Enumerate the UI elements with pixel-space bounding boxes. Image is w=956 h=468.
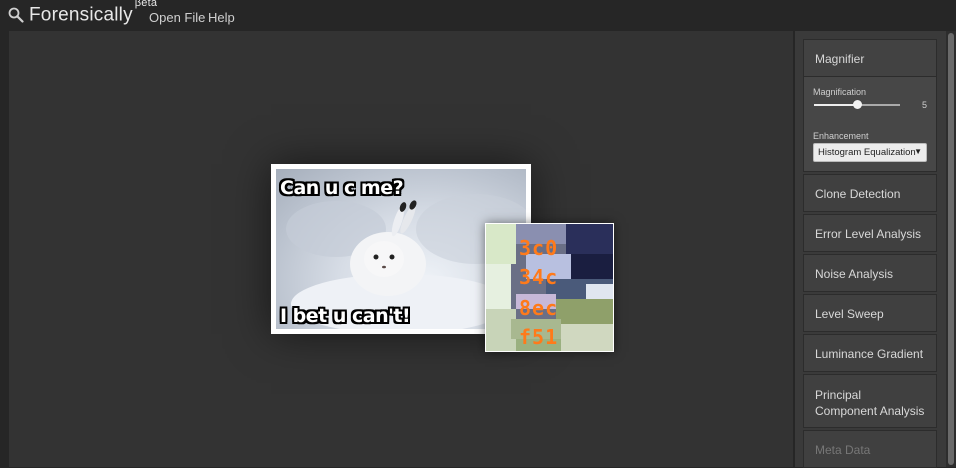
tool-noise-analysis[interactable]: Noise Analysis xyxy=(803,254,937,292)
chevron-down-icon: ▼ xyxy=(914,147,922,156)
tool-error-level-analysis[interactable]: Error Level Analysis xyxy=(803,214,937,252)
magnification-value: 5 xyxy=(922,100,928,110)
scrollbar-thumb[interactable] xyxy=(948,33,954,465)
tool-luminance-gradient[interactable]: Luminance Gradient xyxy=(803,334,937,372)
enhancement-select[interactable]: Histogram Equalization ▼ xyxy=(813,143,927,162)
tool-meta-data[interactable]: Meta Data xyxy=(803,430,937,468)
magnified-value-1: 3c0 xyxy=(519,236,559,260)
top-bar: Forensicallyβeta Open File Help xyxy=(0,0,956,31)
magnifier-settings: Magnification 5 Enhancement Histogram Eq… xyxy=(803,77,937,172)
magnified-value-2: 34c xyxy=(519,265,559,289)
magnified-value-4: f51 xyxy=(519,325,559,349)
tool-principal-component-analysis[interactable]: Principal Component Analysis xyxy=(803,374,937,428)
help-menu[interactable]: Help xyxy=(208,10,235,25)
open-file-menu[interactable]: Open File xyxy=(149,10,205,25)
enhancement-label: Enhancement xyxy=(813,131,869,141)
tool-magnifier[interactable]: Magnifier xyxy=(803,39,937,77)
beta-badge: βeta xyxy=(134,0,158,9)
bottom-caption: I bet u can't! xyxy=(280,305,411,327)
sidebar-scrollbar[interactable] xyxy=(946,31,956,467)
tool-level-sweep[interactable]: Level Sweep xyxy=(803,294,937,332)
magnification-slider-thumb[interactable] xyxy=(852,100,862,109)
magnifier-logo-icon xyxy=(8,7,24,23)
top-caption: Can u c me? xyxy=(280,177,404,199)
magnification-label: Magnification xyxy=(813,87,867,97)
magnified-value-3: 8ec xyxy=(519,296,559,320)
magnifier-lens: 3c0 34c 8ec f51 xyxy=(485,223,614,352)
tool-clone-detection[interactable]: Clone Detection xyxy=(803,174,937,212)
app-title: Forensicallyβeta xyxy=(29,0,157,26)
slider-fill xyxy=(814,104,857,106)
